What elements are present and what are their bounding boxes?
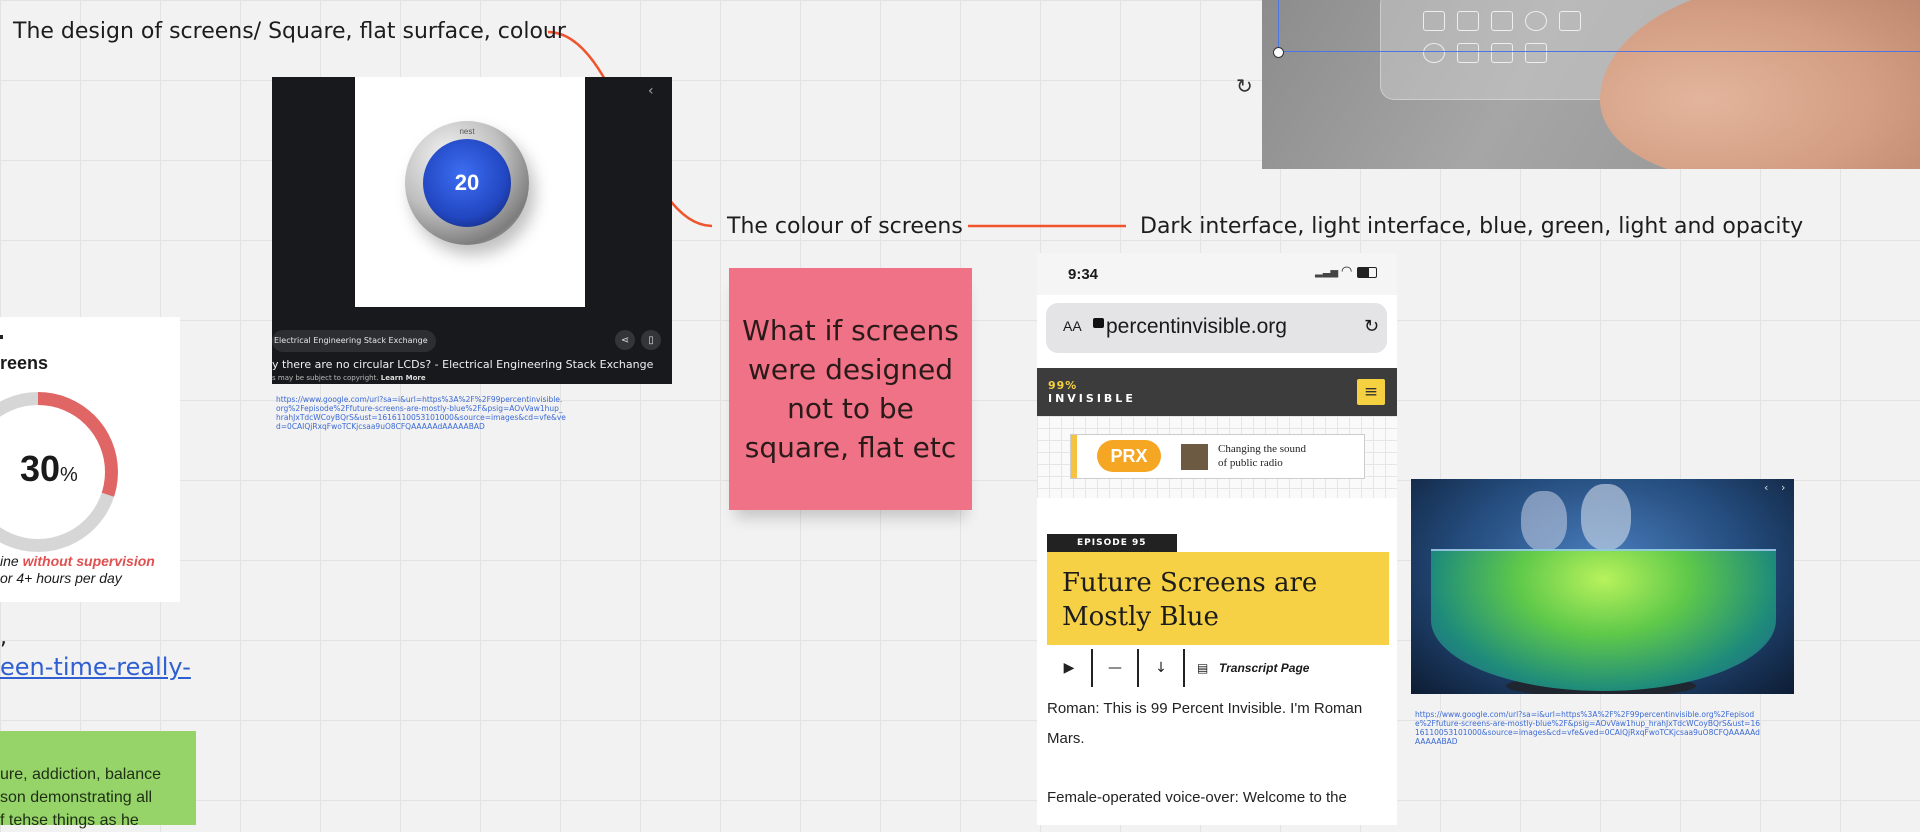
minus-icon[interactable]: — — [1093, 649, 1139, 687]
screen-time-link[interactable]: een-time-really- — [0, 653, 191, 681]
hologram-source-link[interactable]: https://www.google.com/url?sa=i&url=http… — [1415, 710, 1760, 746]
site-logo-top[interactable]: 99% — [1048, 379, 1077, 392]
image-result-title[interactable]: y there are no circular LCDs? - Electric… — [272, 358, 653, 371]
green-sticky-note[interactable]: ure, addiction, balance son demonstratin… — [0, 731, 196, 829]
banner-tagline-line1: Changing the sound — [1218, 443, 1306, 455]
user-icon — [1457, 11, 1479, 31]
banner-tagline-line2: of public radio — [1218, 457, 1283, 469]
infographic-heading: reens — [0, 353, 49, 373]
prx-banner-ad[interactable]: PRX Changing the sound of public radio — [1070, 434, 1365, 479]
source-chip[interactable]: Electrical Engineering Stack Exchange — [272, 330, 436, 352]
copyright-note-text: s may be subject to copyright. — [272, 374, 379, 382]
banner-area: PRX Changing the sound of public radio — [1037, 416, 1397, 498]
label-colour-of-screens[interactable]: The colour of screens — [727, 214, 963, 239]
chevron-left-icon[interactable]: ‹ — [1764, 481, 1768, 494]
nest-source-link[interactable]: https://www.google.com/url?sa=i&url=http… — [276, 395, 566, 431]
battery-icon — [1357, 267, 1377, 278]
left-text-comma: , — [0, 625, 7, 650]
bookmark-icon[interactable]: ▯ — [641, 330, 661, 350]
status-time: 9:34 — [1068, 266, 1099, 283]
play-icon[interactable]: ▶ — [1047, 649, 1093, 687]
download-icon[interactable]: ↓ — [1139, 649, 1185, 687]
site-logo-bottom[interactable]: INVISIBLE — [1048, 392, 1136, 405]
status-bar: 9:34 ▂▃▅ ◠ — [1037, 253, 1397, 295]
green-note-line1: ure, addiction, balance — [0, 766, 161, 783]
person-right — [1581, 484, 1631, 550]
nest-thermostat-image[interactable]: nest 20 ‹ Electrical Engineering Stack E… — [272, 77, 672, 384]
episode-badge: EPISODE 95 — [1047, 534, 1177, 552]
transcript-paragraph-2: Female-operated voice-over: Welcome to t… — [1047, 789, 1347, 806]
settings-icon — [1491, 43, 1513, 63]
card-icon — [1491, 11, 1513, 31]
reload-icon[interactable]: ↻ — [1364, 316, 1379, 337]
transcript-paragraph-1: Roman: This is 99 Percent Invisible. I'm… — [1047, 700, 1363, 747]
infographic-line1: ine without supervision — [0, 553, 155, 569]
percent-number: 30 — [20, 448, 61, 489]
green-note-text: ure, addiction, balance son demonstratin… — [0, 763, 190, 832]
transcript-link[interactable]: Transcript Page — [1219, 649, 1309, 687]
text-size-button[interactable]: AA — [1063, 318, 1082, 334]
document-icon: ▤ — [1197, 661, 1209, 675]
chevron-right-icon[interactable]: › — [1781, 481, 1785, 494]
supervision-infographic[interactable]: reens 30% ine without supervision or 4+ … — [0, 317, 180, 602]
infographic-line1-b: without supervision — [22, 553, 155, 569]
banner-accent — [1071, 435, 1077, 478]
percent-sign: % — [60, 464, 78, 486]
learn-more-link[interactable]: Learn More — [381, 374, 426, 382]
source-chip-label: Electrical Engineering Stack Exchange — [274, 336, 428, 345]
nest-thermostat-ring: nest 20 — [405, 121, 529, 245]
hamburger-menu-icon[interactable]: ≡ — [1357, 379, 1385, 405]
person-left — [1521, 491, 1567, 551]
hologram-bowl — [1431, 549, 1776, 691]
signal-icon: ▂▃▅ — [1315, 267, 1339, 278]
site-header: 99% INVISIBLE ≡ — [1037, 368, 1397, 416]
address-domain: percentinvisible.org — [1106, 315, 1287, 338]
percent-value: 30% — [20, 448, 78, 490]
banner-tagline: Changing the sound of public radio — [1218, 442, 1306, 470]
episode-title-box: Future Screens are Mostly Blue — [1047, 552, 1389, 645]
download-icon — [1423, 11, 1445, 31]
lock-icon — [1093, 318, 1104, 328]
film-icon — [1525, 11, 1547, 31]
cloud-icon — [1457, 43, 1479, 63]
selection-edge — [1278, 51, 1920, 52]
calendar-icon — [1559, 11, 1581, 31]
nest-thermostat-face: 20 — [423, 139, 511, 227]
episode-title: Future Screens are Mostly Blue — [1062, 568, 1318, 632]
label-design-of-screens[interactable]: The design of screens/ Square, flat surf… — [13, 19, 566, 44]
nest-temperature: 20 — [454, 170, 480, 195]
infographic-line2: or 4+ hours per day — [0, 570, 122, 586]
chevron-left-icon[interactable]: ‹ — [648, 83, 654, 99]
label-interfaces[interactable]: Dark interface, light interface, blue, g… — [1140, 214, 1803, 239]
green-note-line3: f tehse things as he — [0, 812, 139, 829]
player-controls: ▶ — ↓ ▤ Transcript Page — [1047, 649, 1389, 687]
copyright-note: s may be subject to copyright. Learn Mor… — [272, 374, 426, 382]
phone-icon — [1525, 43, 1547, 63]
infographic-line1-a: ine — [0, 553, 23, 569]
nest-brand-label: nest — [459, 127, 475, 136]
rotate-icon[interactable]: ↻ — [1236, 74, 1253, 98]
wifi-icon: ◠ — [1341, 264, 1353, 279]
prx-logo: PRX — [1097, 440, 1161, 472]
infographic-dot — [0, 335, 3, 339]
location-icon — [1423, 43, 1445, 63]
hologram-bowl-image[interactable]: ‹ › — [1411, 479, 1794, 694]
sticky-note-text: What if screens were designed not to be … — [742, 314, 959, 464]
nest-image-background: nest 20 — [355, 77, 585, 307]
selection-handle[interactable] — [1273, 47, 1284, 58]
share-icon[interactable]: ⋖ — [615, 330, 635, 350]
address-bar[interactable]: AA percentinvisible.org ↻ — [1046, 303, 1387, 353]
selection-edge-vertical — [1278, 0, 1279, 52]
phone-screenshot[interactable]: 9:34 ▂▃▅ ◠ AA percentinvisible.org ↻ 99%… — [1037, 253, 1397, 825]
hand — [1600, 0, 1920, 169]
green-note-line2: son demonstrating all — [0, 789, 153, 806]
sticky-note[interactable]: What if screens were designed not to be … — [729, 268, 972, 510]
banner-thumbnail — [1181, 444, 1208, 470]
transparent-phone-image[interactable] — [1262, 0, 1920, 169]
